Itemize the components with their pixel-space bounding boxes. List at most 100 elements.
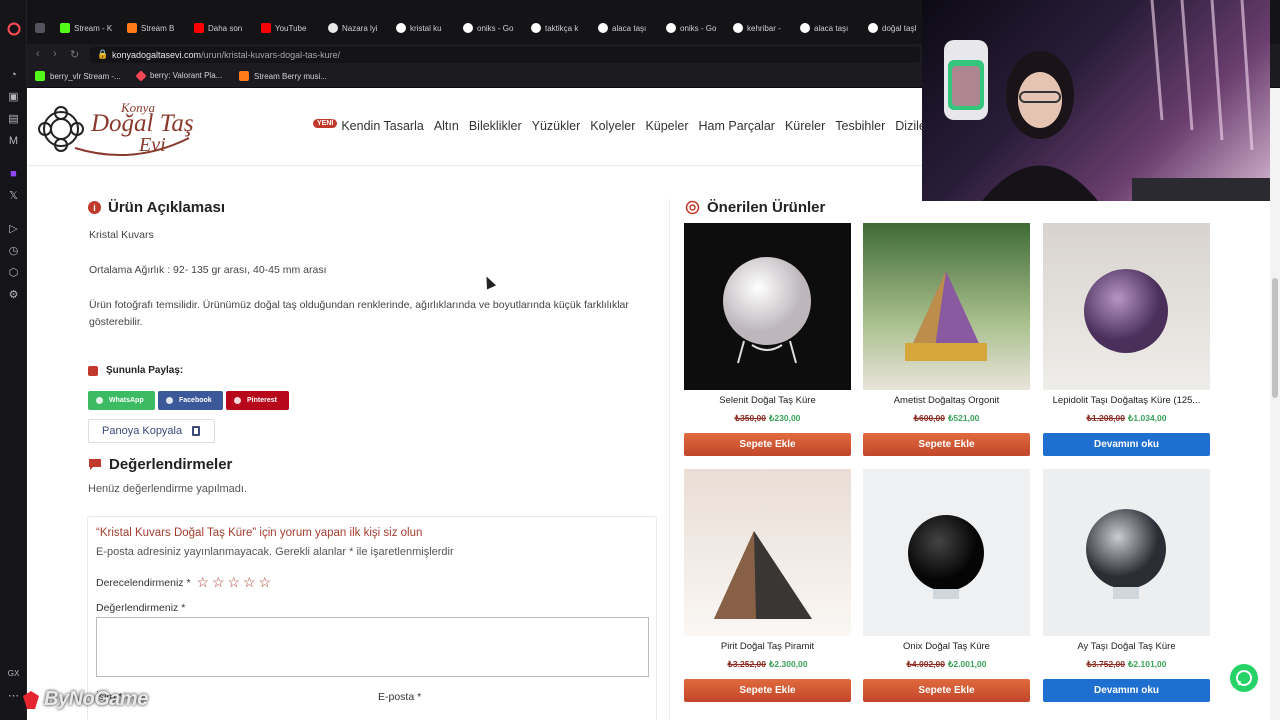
site-logo[interactable]: Konya Doğal Taş Evi bbox=[33, 96, 194, 158]
browser-tab[interactable]: Stream - K bbox=[60, 20, 122, 36]
browser-tab[interactable]: Nazara lyi bbox=[328, 20, 390, 36]
browser-sidebar: ◔ ▣ ▤ M ■ 𝕏 ▷ ◷ ⬡ ⚙ GX ⋯ bbox=[0, 0, 27, 720]
scrollbar-thumb[interactable] bbox=[1272, 278, 1278, 398]
more-icon[interactable]: ⋯ bbox=[6, 688, 21, 703]
browser-tab[interactable]: oniks - Go bbox=[463, 20, 525, 36]
review-form: “Kristal Kuvars Doğal Taş Küre” için yor… bbox=[87, 516, 657, 720]
add-to-cart-button[interactable]: Sepete Ekle bbox=[684, 679, 851, 702]
product-price: ₺600,00 ₺521,00 bbox=[913, 413, 980, 423]
google-favicon-icon bbox=[800, 23, 810, 33]
player-icon[interactable]: ▷ bbox=[6, 221, 21, 236]
nav-kolyeler[interactable]: Kolyeler bbox=[590, 119, 635, 133]
product-price: ₺3.252,00 ₺2.300,00 bbox=[727, 659, 808, 669]
google-favicon-icon bbox=[666, 23, 676, 33]
aria-icon[interactable]: ◔ bbox=[6, 67, 21, 82]
mandala-small-icon bbox=[685, 200, 700, 215]
read-more-button[interactable]: Devamını oku bbox=[1043, 679, 1210, 702]
product-card[interactable]: Selenit Doğal Taş Küre ₺350,00 ₺230,00 Se… bbox=[684, 223, 851, 456]
product-image[interactable] bbox=[1043, 469, 1210, 636]
product-image[interactable] bbox=[863, 223, 1030, 390]
no-reviews-text: Henüz değerlendirme yapılmadı. bbox=[88, 483, 247, 495]
star-icon[interactable]: ☆ bbox=[243, 574, 256, 590]
review-textarea[interactable] bbox=[96, 617, 649, 677]
reload-icon[interactable]: ↻ bbox=[70, 48, 79, 61]
bookmark-item[interactable]: berry_vlr Stream -... bbox=[35, 71, 121, 81]
product-name[interactable]: Selenit Doğal Taş Küre bbox=[684, 395, 851, 406]
copy-icon bbox=[192, 426, 201, 436]
star-icon[interactable]: ☆ bbox=[258, 574, 271, 590]
product-name[interactable]: Onix Doğal Taş Küre bbox=[863, 641, 1030, 652]
product-name[interactable]: Pirit Doğal Taş Piramit bbox=[684, 641, 851, 652]
whatsapp-chat-button[interactable] bbox=[1228, 662, 1260, 694]
product-image[interactable] bbox=[1043, 223, 1210, 390]
browser-tab[interactable]: Daha son bbox=[194, 20, 256, 36]
nav-ham-parcalar[interactable]: Ham Parçalar bbox=[699, 119, 775, 133]
add-to-cart-button[interactable]: Sepete Ekle bbox=[863, 679, 1030, 702]
bookmark-item[interactable]: Stream Berry musi... bbox=[239, 71, 327, 81]
extensions-icon[interactable]: ⬡ bbox=[6, 265, 21, 280]
pinterest-share-button[interactable]: Pinterest bbox=[226, 391, 289, 410]
nav-tesbihler[interactable]: Tesbihler bbox=[835, 119, 885, 133]
product-card[interactable]: Pirit Doğal Taş Piramit ₺3.252,00 ₺2.300,… bbox=[684, 469, 851, 702]
share-label: Şununla Paylaş: bbox=[88, 365, 183, 376]
music-player-icon[interactable]: M bbox=[6, 133, 21, 148]
add-to-cart-button[interactable]: Sepete Ekle bbox=[684, 433, 851, 456]
browser-tab[interactable]: kehribar - bbox=[733, 20, 795, 36]
page-scrollbar[interactable] bbox=[1270, 88, 1280, 720]
add-to-cart-button[interactable]: Sepete Ekle bbox=[863, 433, 1030, 456]
star-icon[interactable]: ☆ bbox=[228, 574, 241, 590]
product-price: ₺3.752,00 ₺2.101,00 bbox=[1086, 659, 1167, 669]
forward-icon[interactable]: › bbox=[53, 48, 57, 60]
nav-kureler[interactable]: Küreler bbox=[785, 119, 825, 133]
google-favicon-icon bbox=[868, 23, 878, 33]
opera-logo-icon[interactable] bbox=[6, 21, 21, 36]
product-name[interactable]: Lepidolit Taşı Doğaltaş Küre (125... bbox=[1043, 395, 1210, 406]
youtube-favicon-icon bbox=[261, 23, 271, 33]
product-card[interactable]: Ay Taşı Doğal Taş Küre ₺3.752,00 ₺2.101,0… bbox=[1043, 469, 1210, 702]
product-card[interactable]: Onix Doğal Taş Küre ₺4.002,00 ₺2.001,00 S… bbox=[863, 469, 1030, 702]
browser-tab[interactable]: alaca taşı bbox=[800, 20, 862, 36]
email-label: E-posta * bbox=[378, 691, 422, 703]
x-twitter-icon[interactable]: 𝕏 bbox=[6, 188, 21, 203]
whatsapp-share-button[interactable]: WhatsApp bbox=[88, 391, 155, 410]
history-icon[interactable]: ◷ bbox=[6, 243, 21, 258]
google-favicon-icon bbox=[531, 23, 541, 33]
nav-kupeler[interactable]: Küpeler bbox=[645, 119, 688, 133]
product-image[interactable] bbox=[863, 469, 1030, 636]
gx-badge-icon: GX bbox=[7, 669, 20, 678]
browser-tab[interactable]: kristal ku bbox=[396, 20, 458, 36]
tab-strip-icon[interactable] bbox=[35, 20, 55, 36]
new-badge: YENİ bbox=[313, 118, 338, 128]
browser-tab[interactable]: YouTube bbox=[261, 20, 323, 36]
gx-corner-icon[interactable]: ▤ bbox=[6, 111, 21, 126]
bookmark-item[interactable]: berry: Valorant Pla... bbox=[135, 69, 222, 82]
browser-tab[interactable]: doğal taşl bbox=[868, 20, 924, 36]
browser-tab[interactable]: oniks - Go bbox=[666, 20, 728, 36]
product-name[interactable]: Ay Taşı Doğal Taş Küre bbox=[1043, 641, 1210, 652]
product-card[interactable]: Ametist Doğaltaş Orgonit ₺600,00 ₺521,00 … bbox=[863, 223, 1030, 456]
product-image[interactable] bbox=[684, 469, 851, 636]
main-nav: YENİ Kendin Tasarla Altın Bileklikler Yü… bbox=[313, 118, 940, 133]
star-icon[interactable]: ☆ bbox=[197, 574, 210, 590]
copy-to-clipboard-button[interactable]: Panoya Kopyala bbox=[88, 419, 215, 443]
nav-altin[interactable]: Altın bbox=[434, 119, 459, 133]
url-input[interactable]: 🔒 konyadogaltasevi.com/urun/kristal-kuva… bbox=[90, 47, 920, 63]
nav-bileklikler[interactable]: Bileklikler bbox=[469, 119, 522, 133]
facebook-share-button[interactable]: Facebook bbox=[158, 391, 223, 410]
product-name[interactable]: Ametist Doğaltaş Orgonit bbox=[863, 395, 1030, 406]
gx-control-icon[interactable]: ▣ bbox=[6, 89, 21, 104]
rating-label: Derecelendirmeniz * bbox=[96, 576, 191, 589]
twitch-icon[interactable]: ■ bbox=[6, 166, 21, 181]
product-card[interactable]: Lepidolit Taşı Doğaltaş Küre (125... ₺1.… bbox=[1043, 223, 1210, 456]
star-icon[interactable]: ☆ bbox=[212, 574, 225, 590]
read-more-button[interactable]: Devamını oku bbox=[1043, 433, 1210, 456]
nav-yuzukler[interactable]: Yüzükler bbox=[532, 119, 581, 133]
browser-tab[interactable]: taktikça k bbox=[531, 20, 593, 36]
browser-tab[interactable]: alaca taşı bbox=[598, 20, 660, 36]
browser-tab[interactable]: Stream B bbox=[127, 20, 189, 36]
product-image[interactable] bbox=[684, 223, 851, 390]
review-label: Değerlendirmeniz * bbox=[96, 602, 186, 614]
nav-kendin-tasarla[interactable]: Kendin Tasarla bbox=[341, 119, 423, 133]
back-icon[interactable]: ‹ bbox=[36, 48, 40, 60]
settings-gear-icon[interactable]: ⚙ bbox=[6, 287, 21, 302]
